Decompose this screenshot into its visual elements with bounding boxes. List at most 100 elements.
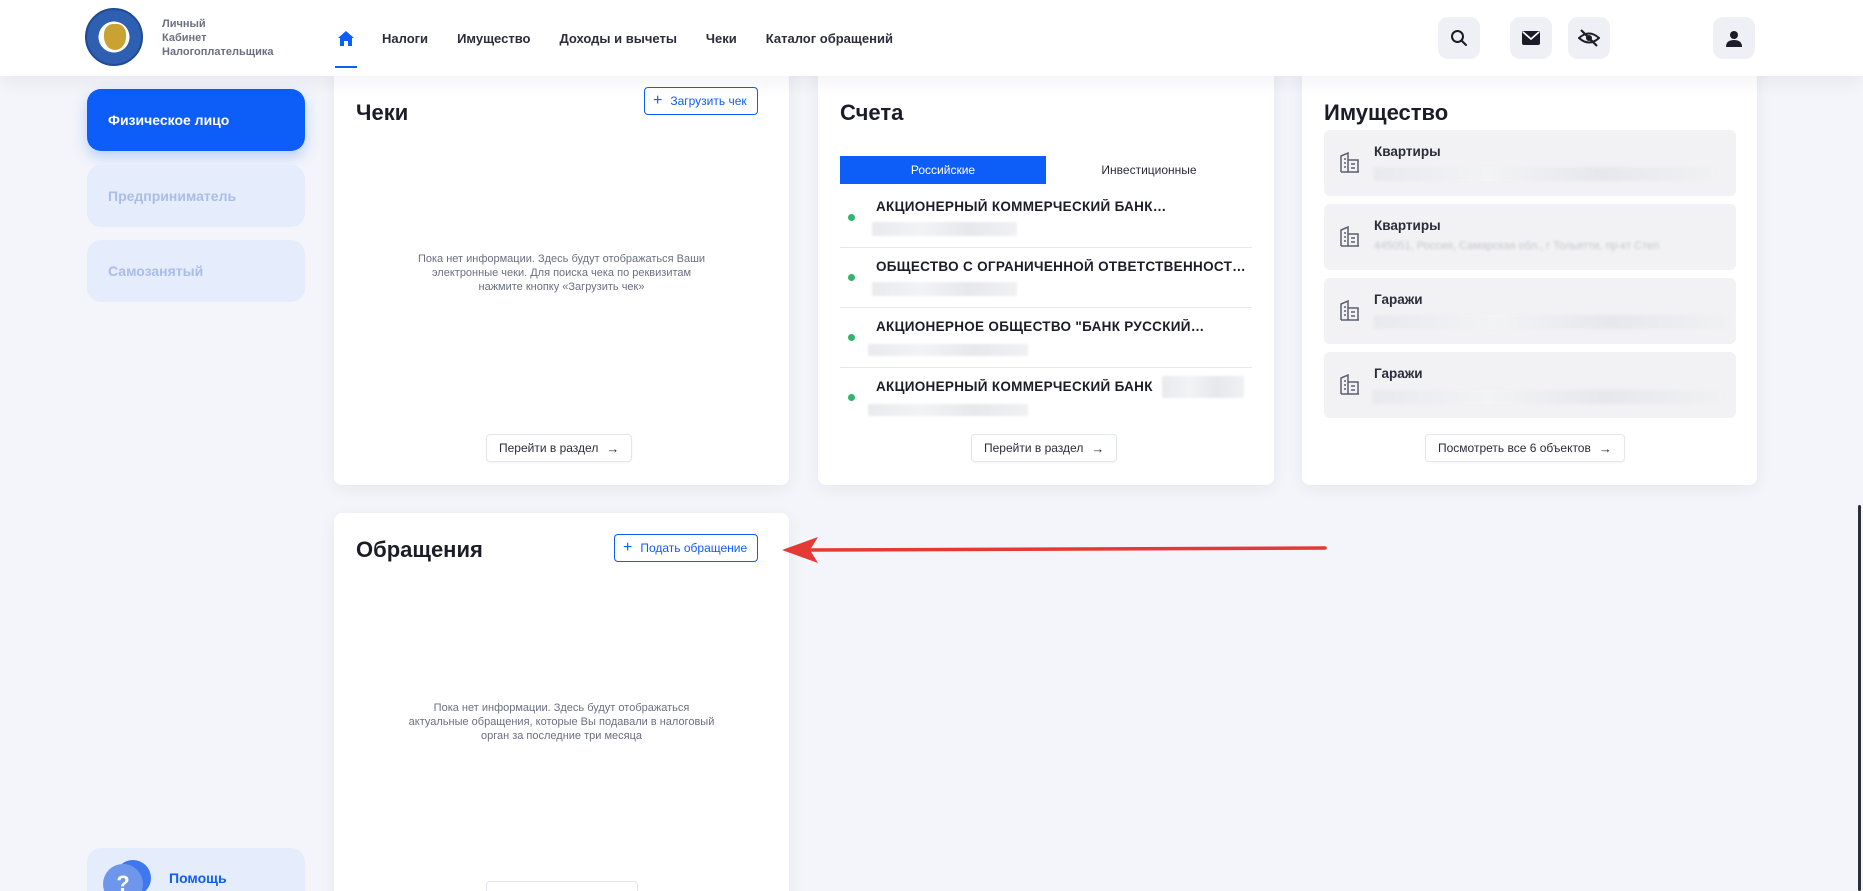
help-widget[interactable]: ? Помощь xyxy=(87,848,305,891)
top-header: Личный Кабинет Налогоплательщика Налоги … xyxy=(0,0,1863,76)
property-view-all-button[interactable]: Посмотреть все 6 объектов → xyxy=(1425,434,1625,462)
hide-amounts-button[interactable] xyxy=(1568,17,1610,59)
nav-taxes[interactable]: Налоги xyxy=(382,31,428,46)
empty-line: Пока нет информации. Здесь будут отображ… xyxy=(433,702,690,714)
main-nav: Налоги Имущество Доходы и вычеты Чеки Ка… xyxy=(335,0,922,76)
plus-icon: + xyxy=(653,92,663,109)
account-bank-name: АКЦИОНЕРНОЕ ОБЩЕСТВО "БАНК РУССКИЙ… xyxy=(876,319,1205,334)
help-label: Помощь xyxy=(169,870,227,886)
help-question-icon: ? xyxy=(103,864,143,891)
help-glyph: ? xyxy=(116,871,130,891)
sidebar-item-self-employed[interactable]: Самозанятый xyxy=(87,240,305,302)
appeals-goto-button[interactable] xyxy=(486,881,638,891)
search-button[interactable] xyxy=(1438,17,1480,59)
page-scrollbar[interactable] xyxy=(1858,505,1861,891)
building-icon xyxy=(1340,373,1359,395)
appeals-title: Обращения xyxy=(356,537,483,562)
submit-appeal-label: Подать обращение xyxy=(640,541,748,555)
goto-label: Перейти в раздел xyxy=(499,441,599,455)
status-dot xyxy=(848,214,855,221)
account-name-redacted xyxy=(1162,376,1244,398)
property-type: Квартиры xyxy=(1374,144,1441,159)
user-icon xyxy=(1726,30,1742,47)
arrow-right-icon: → xyxy=(1091,440,1105,456)
search-icon xyxy=(1451,30,1467,46)
account-bank-name: АКЦИОНЕРНЫЙ КОММЕРЧЕСКИЙ БАНК xyxy=(876,379,1153,394)
tab-russian[interactable]: Российские xyxy=(840,156,1046,184)
property-type: Гаражи xyxy=(1374,292,1423,307)
sidebar-item-entrepreneur[interactable]: Предприниматель xyxy=(87,165,305,227)
status-dot xyxy=(848,274,855,281)
account-number-redacted xyxy=(872,282,1017,296)
accounts-title: Счета xyxy=(840,100,904,125)
property-type: Гаражи xyxy=(1374,366,1423,381)
property-address: 445051, Россия, Самарская обл., г Тольят… xyxy=(1374,240,1660,252)
building-icon xyxy=(1340,151,1359,173)
appeals-card: Обращения + Подать обращение Пока нет ин… xyxy=(334,513,789,891)
account-bank-name: АКЦИОНЕРНЫЙ КОММЕРЧЕСКИЙ БАНК… xyxy=(876,199,1167,214)
property-address-redacted xyxy=(1372,390,1722,404)
empty-line: электронные чеки. Для поиска чека по рек… xyxy=(431,267,692,279)
account-bank-name: ОБЩЕСТВО С ОГРАНИЧЕННОЙ ОТВЕТСТВЕННОСТЬ… xyxy=(876,259,1246,274)
logo-line: Кабинет xyxy=(162,32,207,44)
property-item[interactable]: Квартиры xyxy=(1324,130,1736,196)
sidebar-item-label: Самозанятый xyxy=(108,263,204,279)
property-address-redacted xyxy=(1374,315,1729,329)
arrow-right-icon: → xyxy=(606,440,620,456)
account-number-redacted xyxy=(868,344,1028,356)
sidebar-item-label: Предприниматель xyxy=(108,188,237,204)
nav-income-deductions[interactable]: Доходы и вычеты xyxy=(559,31,676,46)
nav-appeals-catalog[interactable]: Каталог обращений xyxy=(766,31,893,46)
receipts-goto-button[interactable]: Перейти в раздел → xyxy=(486,434,633,462)
receipts-empty-message: Пока нет информации. Здесь будут отображ… xyxy=(394,252,729,294)
envelope-icon xyxy=(1522,31,1540,45)
logo-line: Личный xyxy=(162,18,206,30)
empty-line: нажмите кнопку «Загрузить чек» xyxy=(478,281,645,293)
account-row[interactable]: ОБЩЕСТВО С ОГРАНИЧЕННОЙ ОТВЕТСТВЕННОСТЬ… xyxy=(840,248,1252,308)
building-icon xyxy=(1340,299,1359,321)
empty-line: актуальные обращения, которые Вы подавал… xyxy=(408,716,715,728)
logo-caption[interactable]: Личный Кабинет Налогоплательщика xyxy=(162,17,273,59)
receipts-title: Чеки xyxy=(356,100,409,125)
receipts-card: Чеки + Загрузить чек Пока нет информации… xyxy=(334,12,789,485)
upload-receipt-label: Загрузить чек xyxy=(670,94,747,108)
tab-label: Инвестиционные xyxy=(1101,163,1197,177)
tab-label: Российские xyxy=(910,163,976,177)
appeals-empty-message: Пока нет информации. Здесь будут отображ… xyxy=(384,701,739,743)
property-card: Имущество Квартиры Квартиры 445051, Росс… xyxy=(1302,12,1757,485)
property-item[interactable]: Гаражи xyxy=(1324,352,1736,418)
annotation-arrow xyxy=(782,537,1327,563)
account-row[interactable]: АКЦИОНЕРНОЕ ОБЩЕСТВО "БАНК РУССКИЙ… xyxy=(840,308,1252,368)
arrow-right-icon: → xyxy=(1598,440,1612,456)
eagle-icon xyxy=(104,24,126,50)
nav-property[interactable]: Имущество xyxy=(457,31,530,46)
account-row[interactable]: АКЦИОНЕРНЫЙ КОММЕРЧЕСКИЙ БАНК… xyxy=(840,188,1252,248)
account-number-redacted xyxy=(872,222,1017,236)
view-all-label: Посмотреть все 6 объектов xyxy=(1438,441,1591,455)
logo-line: Налогоплательщика xyxy=(162,46,274,58)
plus-icon: + xyxy=(623,539,633,556)
accounts-goto-button[interactable]: Перейти в раздел → xyxy=(971,434,1118,462)
account-number-redacted xyxy=(868,404,1028,416)
submit-appeal-button[interactable]: + Подать обращение xyxy=(614,534,759,562)
upload-receipt-button[interactable]: + Загрузить чек xyxy=(644,87,758,115)
empty-line: Пока нет информации. Здесь будут отображ… xyxy=(417,253,706,265)
tab-investment[interactable]: Инвестиционные xyxy=(1046,156,1252,184)
property-item[interactable]: Гаражи xyxy=(1324,278,1736,344)
profile-button[interactable] xyxy=(1713,17,1755,59)
accounts-tabs: Российские Инвестиционные xyxy=(840,156,1252,184)
sidebar-item-label: Физическое лицо xyxy=(108,112,230,128)
property-type: Квартиры xyxy=(1374,218,1441,233)
empty-line: орган за последние три месяца xyxy=(480,730,643,742)
property-item[interactable]: Квартиры 445051, Россия, Самарская обл.,… xyxy=(1324,204,1736,270)
nav-receipts[interactable]: Чеки xyxy=(706,31,737,46)
home-icon xyxy=(338,30,354,46)
property-address-redacted xyxy=(1374,167,1714,181)
fns-emblem-logo[interactable] xyxy=(85,8,143,66)
nav-home[interactable] xyxy=(335,0,357,76)
sidebar-item-individual[interactable]: Физическое лицо xyxy=(87,89,305,151)
status-dot xyxy=(848,394,855,401)
account-row[interactable]: АКЦИОНЕРНЫЙ КОММЕРЧЕСКИЙ БАНК xyxy=(840,368,1252,428)
messages-button[interactable] xyxy=(1510,17,1552,59)
property-title: Имущество xyxy=(1324,100,1449,125)
